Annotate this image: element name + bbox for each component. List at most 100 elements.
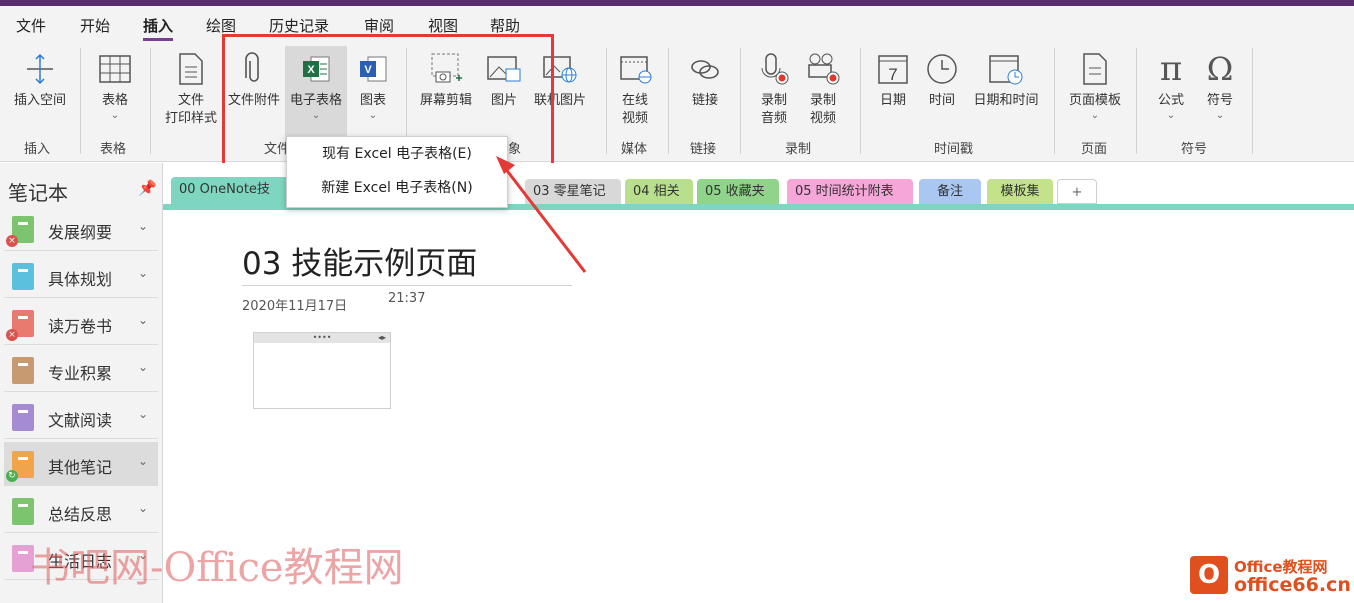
chevron-down-icon: ⌄	[1166, 110, 1176, 121]
omega-icon: Ω	[1206, 50, 1234, 88]
notebook-label: 专业积累	[48, 364, 113, 383]
chevron-down-icon[interactable]: ⌄	[138, 501, 148, 515]
notebook-icon	[12, 498, 34, 525]
menu-insert[interactable]: 插入	[143, 15, 174, 41]
menu-view[interactable]: 视图	[428, 15, 458, 36]
link-icon	[680, 46, 730, 92]
equation-button[interactable]: π 公式 ⌄	[1148, 46, 1194, 122]
section-tab[interactable]: 备注	[919, 179, 981, 204]
online-picture-button[interactable]: 联机图片	[530, 46, 590, 110]
notebook-label: 具体规划	[48, 270, 113, 289]
section-tab[interactable]: 04 相关	[625, 179, 693, 204]
online-picture-icon	[530, 46, 590, 92]
link-button[interactable]: 链接	[680, 46, 730, 110]
notebook-label: 发展纲要	[48, 223, 113, 242]
time-button[interactable]: 时间	[920, 46, 964, 110]
chevron-down-icon[interactable]: ⌄	[138, 454, 148, 468]
group-separator	[80, 48, 81, 154]
group-label-links: 链接	[690, 142, 717, 157]
add-section-tab[interactable]: +	[1057, 179, 1097, 204]
record-audio-button[interactable]: 录制 音频	[752, 46, 796, 128]
chart-button[interactable]: V 图表 ⌄	[350, 46, 396, 122]
online-video-label-1: 在线	[621, 93, 648, 108]
chevron-down-icon[interactable]: ⌄	[138, 266, 148, 280]
sync-error-icon: ×	[6, 329, 18, 341]
notebook-item-selected[interactable]: ↻ 其他笔记 ⌄	[4, 442, 158, 486]
menu-help[interactable]: 帮助	[490, 15, 520, 36]
file-attachment-button[interactable]: 文件附件	[224, 46, 284, 110]
new-excel-spreadsheet-item[interactable]: 新建 Excel 电子表格(N)	[287, 171, 507, 205]
date-and-time-button[interactable]: 日期和时间	[968, 46, 1044, 110]
spreadsheet-button[interactable]: X 电子表格 ⌄	[285, 46, 347, 142]
notebook-item[interactable]: × 读万卷书 ⌄	[4, 301, 158, 345]
group-separator	[606, 48, 607, 154]
record-video-label-1: 录制	[809, 93, 836, 108]
container-handle-bar[interactable]: •••• ◂▸	[254, 333, 390, 343]
notebook-item[interactable]: 专业积累 ⌄	[4, 348, 158, 392]
time-label: 时间	[928, 93, 955, 108]
menu-file[interactable]: 文件	[16, 15, 46, 36]
chevron-down-icon[interactable]: ⌄	[138, 313, 148, 327]
group-label-symbols: 符号	[1181, 142, 1208, 157]
file-printout-button[interactable]: 文件 打印样式	[160, 46, 222, 128]
notebook-item[interactable]: 具体规划 ⌄	[4, 254, 158, 298]
section-tab[interactable]: 05 收藏夹	[697, 179, 779, 204]
picture-button[interactable]: 图片	[482, 46, 526, 110]
group-separator	[860, 48, 861, 154]
calendar-icon: 7	[872, 46, 914, 92]
page-template-label: 页面模板	[1068, 93, 1121, 108]
notebook-icon	[12, 263, 34, 290]
notebook-icon	[12, 357, 34, 384]
date-label: 日期	[879, 93, 906, 108]
notebook-label: 其他笔记	[48, 458, 113, 477]
notebook-item[interactable]: 总结反思 ⌄	[4, 489, 158, 533]
link-label: 链接	[691, 93, 718, 108]
notebook-label: 总结反思	[48, 505, 113, 524]
section-tab[interactable]: 05 时间统计附表	[787, 179, 913, 204]
menu-history[interactable]: 历史记录	[269, 15, 329, 36]
page-template-button[interactable]: 页面模板 ⌄	[1064, 46, 1126, 122]
chevron-down-icon[interactable]: ⌄	[138, 407, 148, 421]
picture-label: 图片	[490, 93, 517, 108]
table-button[interactable]: 表格 ⌄	[90, 46, 140, 122]
section-tab[interactable]: 模板集	[987, 179, 1053, 204]
notebook-item[interactable]: 文献阅读 ⌄	[4, 395, 158, 439]
existing-excel-spreadsheet-item[interactable]: 现有 Excel 电子表格(E)	[287, 137, 507, 171]
pin-icon[interactable]: 📌	[138, 179, 157, 197]
section-tab[interactable]: 00 OneNote技	[171, 177, 291, 206]
title-underline	[242, 285, 572, 286]
symbol-label: 符号	[1206, 93, 1233, 108]
screen-clipping-button[interactable]: 屏幕剪辑	[414, 46, 478, 110]
symbol-button[interactable]: Ω 符号 ⌄	[1198, 46, 1242, 122]
record-video-button[interactable]: 录制 视频	[800, 46, 846, 128]
note-container[interactable]: •••• ◂▸	[253, 332, 391, 409]
online-video-button[interactable]: 在线 视频	[612, 46, 658, 128]
menu-review[interactable]: 审阅	[364, 15, 394, 36]
menu-draw[interactable]: 绘图	[206, 15, 236, 36]
drag-handle-icon[interactable]: ••••	[313, 333, 332, 342]
chevron-down-icon: ⌄	[110, 110, 120, 121]
spreadsheet-label: 电子表格	[289, 93, 342, 108]
page-time: 21:37	[388, 291, 426, 306]
microphone-icon	[752, 46, 796, 92]
group-label-tables: 表格	[100, 142, 127, 157]
online-video-label-2: 视频	[621, 111, 648, 126]
date-button[interactable]: 7 日期	[872, 46, 914, 110]
group-separator	[1252, 48, 1253, 154]
file-attachment-label: 文件附件	[227, 93, 280, 108]
menu-home[interactable]: 开始	[80, 15, 110, 36]
insert-space-button[interactable]: 插入空间	[8, 46, 72, 110]
group-separator	[150, 48, 151, 154]
chevron-down-icon[interactable]: ⌄	[138, 219, 148, 233]
page-title[interactable]: 03 技能示例页面	[242, 238, 477, 283]
screen-clipping-label: 屏幕剪辑	[419, 93, 472, 108]
equation-label: 公式	[1157, 93, 1184, 108]
group-separator	[1054, 48, 1055, 154]
insert-space-icon	[8, 46, 72, 92]
section-tab[interactable]: 03 零星笔记	[525, 179, 621, 204]
chevron-down-icon[interactable]: ⌄	[138, 360, 148, 374]
resize-arrows-icon[interactable]: ◂▸	[378, 333, 386, 342]
notebook-panel-title: 笔记本	[8, 181, 68, 205]
notebook-item[interactable]: × 发展纲要 ⌄	[4, 207, 158, 251]
svg-text:X: X	[307, 64, 315, 76]
